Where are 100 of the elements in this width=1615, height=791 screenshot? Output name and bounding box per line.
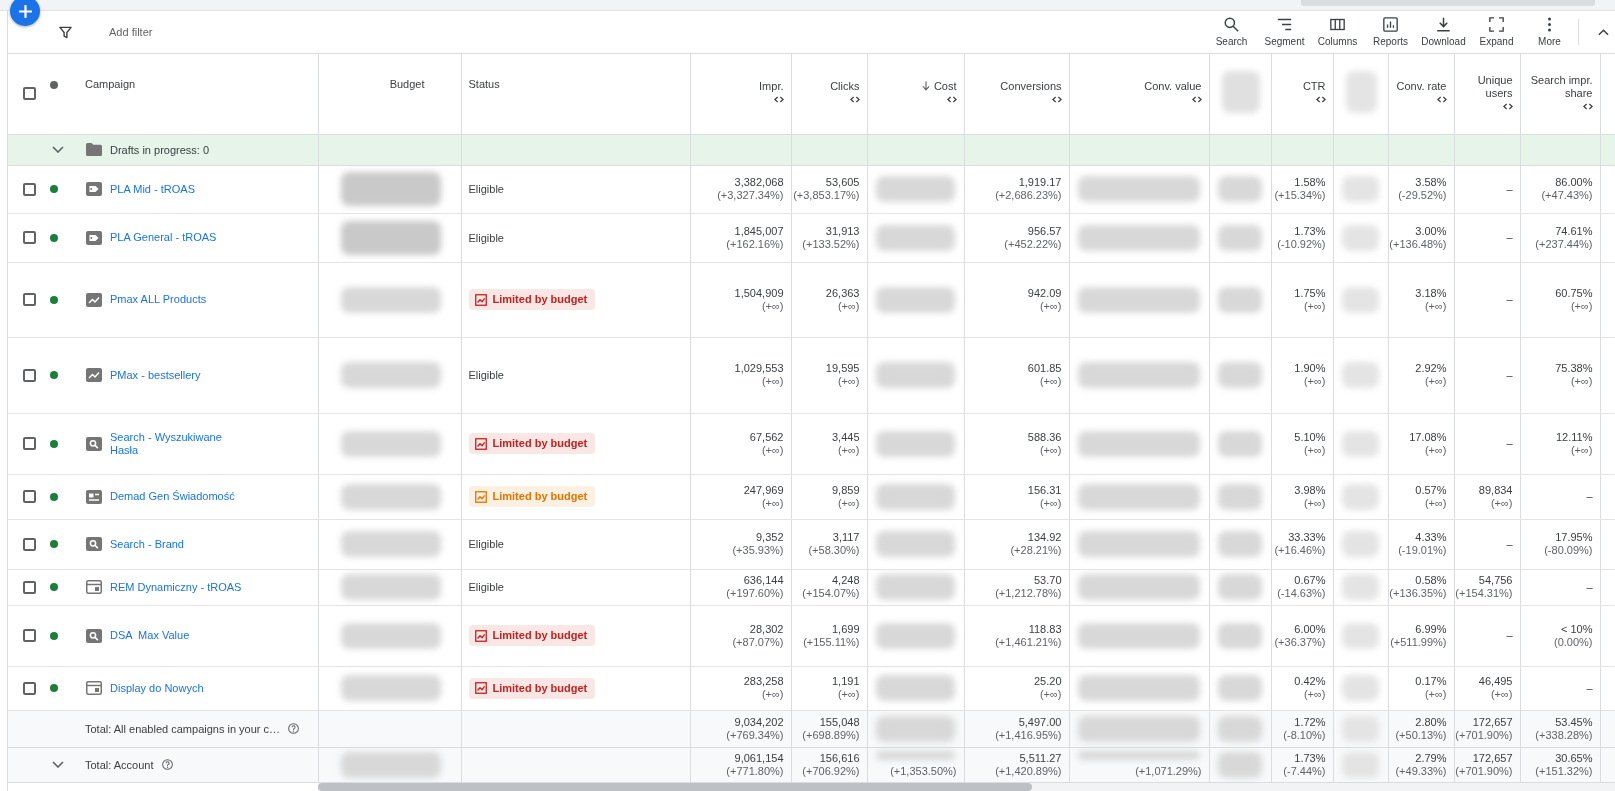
column-header[interactable]: Unique users [1468, 73, 1513, 110]
metric-change: (+47.43%) [1541, 189, 1593, 202]
tag-icon [86, 230, 102, 245]
column-header[interactable]: Budget [389, 78, 425, 92]
metric-value: 9,352 [755, 531, 784, 544]
chevron-down-icon[interactable] [52, 146, 64, 153]
column-header[interactable]: Clicks [830, 80, 860, 104]
campaign-link[interactable]: Search - Wyszukiwane Hasła [110, 430, 247, 457]
metric-change: (+∞) [837, 496, 860, 510]
metric-change: (+35.93%) [732, 544, 784, 557]
campaign-link[interactable]: PLA Mid - tROAS [110, 182, 195, 196]
campaign-link[interactable]: Pmax ALL Products [110, 293, 207, 306]
status-badge[interactable]: Limited by budget [468, 625, 596, 646]
arrow-down-icon [921, 81, 930, 92]
row-checkbox[interactable] [23, 537, 36, 551]
bar-chart-icon [1383, 16, 1398, 32]
chevrons-icon [1582, 102, 1593, 110]
metric-value: 9,034,202 [734, 715, 784, 729]
filter-icon[interactable] [59, 25, 72, 39]
metric-change: (+∞) [1039, 688, 1062, 701]
metric-change: (+∞) [761, 375, 784, 388]
tag-icon [86, 182, 102, 196]
metric-change: (+162.16%) [726, 237, 784, 251]
row-checkbox[interactable] [23, 580, 36, 594]
row-checkbox[interactable] [23, 681, 36, 695]
metric-value: – [1506, 629, 1513, 642]
metric-value: 156.31 [1027, 483, 1062, 497]
reports-button[interactable]: Reports [1364, 16, 1417, 48]
chevron-down-icon[interactable] [52, 761, 64, 768]
segment-button[interactable]: Segment [1258, 16, 1311, 48]
metric-value: – [1506, 182, 1513, 196]
metric-change: (-19.01%) [1398, 544, 1447, 557]
row-checkbox[interactable] [23, 437, 36, 450]
metric-change: (+∞) [1303, 375, 1326, 388]
metric-change: (+701.90%) [1455, 728, 1513, 742]
row-checkbox[interactable] [23, 293, 36, 306]
select-all-checkbox[interactable] [23, 87, 36, 101]
metric-value: 46,495 [1478, 675, 1513, 688]
help-icon[interactable] [161, 759, 173, 770]
row-checkbox[interactable] [23, 231, 36, 244]
status-badge[interactable]: Limited by budget [468, 289, 596, 310]
download-button[interactable]: Download [1417, 16, 1470, 48]
search-button[interactable]: Search [1205, 16, 1258, 48]
metric-change: (+197.60%) [726, 587, 784, 600]
row-checkbox[interactable] [23, 490, 36, 503]
metric-change: (+511.99%) [1390, 635, 1447, 649]
metric-value: – [1506, 437, 1513, 450]
metric-value: – [1506, 368, 1513, 382]
column-header[interactable]: Conv. value [1144, 80, 1202, 104]
more-button[interactable]: More [1523, 16, 1576, 48]
column-header[interactable]: Status [468, 78, 500, 92]
campaign-link[interactable]: Demad Gen Świadomość [110, 490, 235, 503]
columns-button[interactable]: Columns [1311, 16, 1364, 48]
metric-value: 956.57 [1027, 224, 1062, 238]
metric-value: 0.58% [1415, 574, 1447, 587]
row-checkbox[interactable] [23, 629, 36, 642]
trend-icon [86, 292, 102, 307]
metric-value: 942.09 [1027, 286, 1062, 300]
add-button[interactable] [10, 0, 40, 26]
metric-value: – [1506, 293, 1513, 306]
chevrons-icon [773, 96, 784, 104]
column-header[interactable]: Cost [921, 80, 957, 104]
column-header[interactable]: Conversions [1000, 80, 1062, 104]
scrollbar-thumb[interactable] [318, 782, 1032, 791]
metric-value: 3.00% [1415, 224, 1447, 238]
campaign-link[interactable]: PMax - bestsellery [110, 368, 201, 382]
campaign-link[interactable]: DSA Max Value [110, 629, 190, 642]
column-header[interactable]: Search impr. share [1526, 73, 1593, 110]
help-icon[interactable] [288, 723, 300, 734]
column-header[interactable]: Campaign [85, 78, 136, 92]
filter-field[interactable]: Add filter [109, 26, 219, 38]
metric-change: (+∞) [1570, 299, 1593, 313]
metric-change: (+50.13%) [1395, 728, 1447, 742]
metric-change: (+∞) [1424, 688, 1447, 701]
status-dot-icon[interactable] [50, 80, 58, 89]
metric-value: 172,657 [1472, 751, 1513, 765]
column-header[interactable]: Impr. [759, 80, 784, 104]
metric-change: (+1,461.21%) [995, 635, 1062, 649]
metric-value: 156,616 [819, 751, 860, 765]
metric-value: 3.18% [1415, 286, 1447, 300]
row-checkbox[interactable] [23, 182, 36, 196]
metric-value: 25.20 [1033, 675, 1062, 688]
metric-change: (+∞) [1424, 443, 1447, 457]
metric-change: (+3,327.34%) [717, 189, 784, 202]
campaign-link[interactable]: Display do Nowych [110, 681, 204, 695]
column-header[interactable]: Conv. rate [1396, 80, 1447, 104]
campaign-link[interactable]: Search - Brand [110, 537, 184, 551]
metric-value: 4.33% [1415, 531, 1447, 544]
status-badge[interactable]: Limited by budget [468, 433, 596, 454]
chevrons-icon [1191, 96, 1202, 104]
expand-button[interactable]: Expand [1470, 16, 1523, 48]
metric-value: 74.61% [1555, 224, 1593, 238]
metric-value: 3,382,068 [734, 176, 784, 189]
row-checkbox[interactable] [23, 368, 36, 382]
campaign-link[interactable]: REM Dynamiczny - tROAS [110, 580, 242, 594]
column-header[interactable]: CTR [1302, 80, 1326, 104]
campaign-link[interactable]: PLA General - tROAS [110, 231, 217, 244]
status-badge[interactable]: Limited by budget [468, 677, 596, 699]
metric-change: (+1,071.29%) [1135, 765, 1202, 778]
metric-change: (+2,686.23%) [995, 189, 1062, 202]
